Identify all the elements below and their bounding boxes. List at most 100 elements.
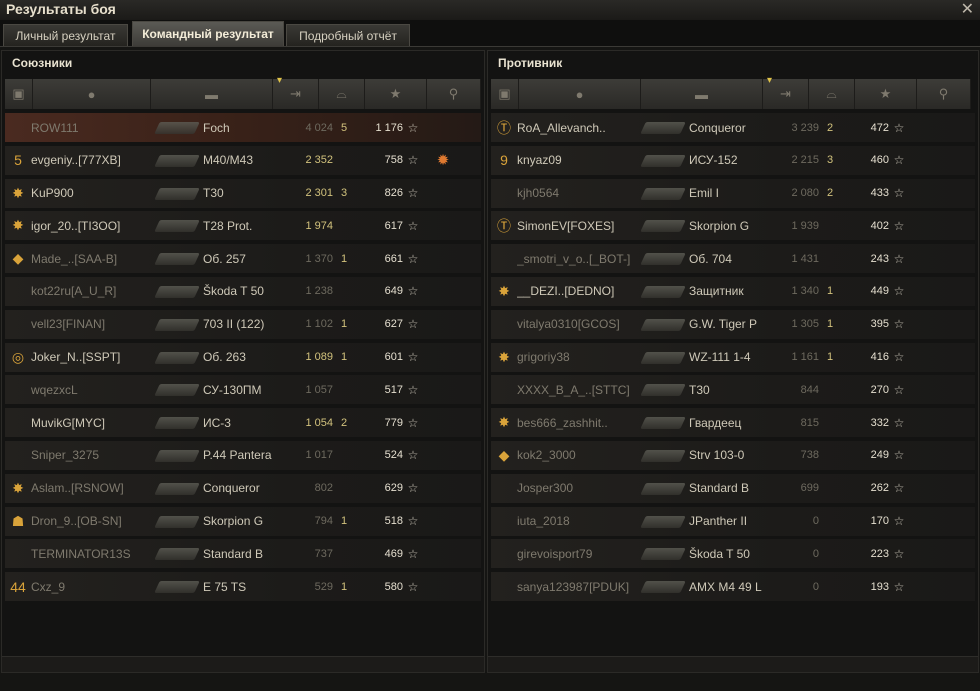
damage-value: 815 xyxy=(800,416,819,429)
damage-icon[interactable]: ⇥ xyxy=(763,75,809,109)
player-row[interactable]: ◆ Made_..[SAA-B] Об. 257 1 370 1 661 ☆ xyxy=(5,244,481,274)
player-row[interactable]: TERMINATOR13S Standard B 737 469 ☆ xyxy=(5,539,481,569)
player-row[interactable]: Ⓣ SimonEV[FOXES] Skorpion G 1 939 402 ☆ xyxy=(491,211,975,241)
tank-name: M40/M43 xyxy=(203,153,254,168)
allies-title: Союзники xyxy=(12,56,73,70)
tab-personal-result[interactable]: Личный результат xyxy=(3,24,128,46)
player-row[interactable]: 44 Cxz_9 E 75 TS 529 1 580 ☆ xyxy=(5,572,481,602)
xp-value: 193 xyxy=(870,580,889,593)
player-row[interactable]: ROW111 Foch 4 024 5 1 176 ☆ xyxy=(5,113,481,142)
damage-value: 1 054 xyxy=(305,416,333,429)
player-row[interactable]: ✸ __DEZI..[DEDNO] Защитник 1 340 1 449 ☆ xyxy=(491,276,975,306)
player-row[interactable]: 9 knyaz09 ИСУ-152 2 215 3 460 ☆ xyxy=(491,145,975,175)
player-row[interactable]: ✸ grigoriy38 WZ-111 1-4 1 161 1 416 ☆ xyxy=(491,342,975,372)
player-row[interactable]: vitalya0310[GCOS] G.W. Tiger P 1 305 1 395 ☆ xyxy=(491,309,975,339)
tab-team-result[interactable]: Командный результат xyxy=(132,21,284,46)
allies-scrollbar[interactable] xyxy=(2,656,484,672)
tank-image xyxy=(151,244,203,273)
damage-icon[interactable]: ⇥ xyxy=(273,75,319,109)
player-name: wqezxcL xyxy=(31,382,78,397)
player-row[interactable]: kjh0564 Emil I 2 080 2 433 ☆ xyxy=(491,178,975,208)
platoon-icon[interactable]: ▣ xyxy=(491,79,519,109)
player-row[interactable]: Ⓣ RoA_Allevanch.. Conqueror 3 239 2 472 ☆ xyxy=(491,113,975,142)
diamond-icon: ◆ xyxy=(498,446,510,463)
tank-image xyxy=(637,179,689,208)
player-row[interactable]: ✸ igor_20..[TI3OO] T28 Prot. 1 974 617 ☆ xyxy=(5,211,481,241)
player-name: Joker_N..[SSPT] xyxy=(31,350,121,365)
player-row[interactable]: MuvikG[MYC] ИС-3 1 054 2 779 ☆ xyxy=(5,408,481,438)
player-row[interactable]: Josper300 Standard B 699 262 ☆ xyxy=(491,473,975,503)
xp-star-icon: ☆ xyxy=(893,218,905,233)
frags-value: 1 xyxy=(340,252,348,265)
player-row[interactable]: ◎ Joker_N..[SSPT] Об. 263 1 089 1 601 ☆ xyxy=(5,342,481,372)
enemies-scrollbar[interactable] xyxy=(488,656,978,672)
tab-detailed-report[interactable]: Подробный отчёт xyxy=(286,24,410,46)
damage-value: 2 301 xyxy=(305,187,333,200)
player-row[interactable]: girevoisport79 Škoda T 50 0 223 ☆ xyxy=(491,539,975,569)
medal-icon[interactable]: ⚲ xyxy=(427,79,481,109)
player-row[interactable]: ◆ kok2_3000 Strv 103-0 738 249 ☆ xyxy=(491,440,975,470)
xp-icon[interactable]: ★ xyxy=(855,79,917,109)
player-row[interactable]: ✸ bes666_zashhit.. Гвардеец 815 332 ☆ xyxy=(491,408,975,438)
xp-star-icon: ☆ xyxy=(407,251,419,266)
player-row[interactable]: ✸ Aslam..[RSNOW] Conqueror 802 629 ☆ xyxy=(5,473,481,503)
tank-icon[interactable]: ▬ xyxy=(151,79,273,109)
allies-panel: Союзники ▣ ● ▬ ⇥ ⌓ ★ ⚲ ROW111Foch4 02451… xyxy=(1,50,485,673)
badge-empty xyxy=(5,375,31,404)
tank-image xyxy=(637,408,689,437)
tank-name: WZ-111 1-4 xyxy=(689,350,751,365)
player-name: RoA_Allevanch.. xyxy=(517,120,606,135)
player-icon[interactable]: ● xyxy=(33,79,151,109)
clan-star-icon: ✸ xyxy=(498,282,510,299)
enemies-list: Ⓣ RoA_Allevanch.. Conqueror 3 239 2 472 ☆ 9 knya… xyxy=(491,113,975,605)
player-row[interactable]: XXXX_B_A_..[STTC] T30 844 270 ☆ xyxy=(491,375,975,405)
damage-value: 738 xyxy=(800,449,819,462)
player-row[interactable]: ☗ Dron_9..[OB-SN] Skorpion G 794 1 518 ☆ xyxy=(5,506,481,536)
clan-star-icon: ✸ xyxy=(12,184,24,201)
xp-star-icon: ☆ xyxy=(893,514,905,529)
platoon-icon[interactable]: ▣ xyxy=(5,79,33,109)
tank-name: G.W. Tiger P xyxy=(689,317,758,332)
player-name: _smotri_v_o..[_BOT-] xyxy=(517,251,631,266)
player-row[interactable]: Sniper_3275 P.44 Pantera 1 017 524 ☆ xyxy=(5,440,481,470)
frags-value: 1 xyxy=(826,351,834,364)
player-row[interactable]: iuta_2018 JPanther II 0 170 ☆ xyxy=(491,506,975,536)
xp-value: 249 xyxy=(870,449,889,462)
frags-value: 5 xyxy=(340,121,348,134)
close-icon[interactable]: ✕ xyxy=(961,0,974,19)
xp-value: 661 xyxy=(384,252,403,265)
frags-value: 2 xyxy=(826,121,834,134)
player-row[interactable]: vell23[FINAN] 703 II (122) 1 102 1 627 ☆ xyxy=(5,309,481,339)
xp-star-icon: ☆ xyxy=(893,350,905,365)
xp-value: 758 xyxy=(384,154,403,167)
xp-icon[interactable]: ★ xyxy=(365,79,427,109)
player-row[interactable]: kot22ru[A_U_R] Škoda T 50 1 238 649 ☆ xyxy=(5,276,481,306)
tank-name: Škoda T 50 xyxy=(689,546,750,561)
medal-icon[interactable]: ⚲ xyxy=(917,79,971,109)
frags-icon[interactable]: ⌓ xyxy=(809,79,855,109)
frags-value: 2 xyxy=(340,416,348,429)
player-row[interactable]: wqezxcL СУ-130ПМ 1 057 517 ☆ xyxy=(5,375,481,405)
player-name: kot22ru[A_U_R] xyxy=(31,284,117,299)
tank-image xyxy=(151,441,203,470)
frags-icon[interactable]: ⌓ xyxy=(319,79,365,109)
xp-star-icon: ☆ xyxy=(407,186,419,201)
player-icon[interactable]: ● xyxy=(519,79,641,109)
xp-star-icon: ☆ xyxy=(893,251,905,266)
xp-star-icon: ☆ xyxy=(893,481,905,496)
tank-name: T28 Prot. xyxy=(203,218,253,233)
tank-image xyxy=(637,507,689,536)
tank-icon[interactable]: ▬ xyxy=(641,79,763,109)
player-row[interactable]: 5 evgeniy..[777XB] M40/M43 2 352 758 ☆ ✹ xyxy=(5,145,481,175)
frags-value: 1 xyxy=(340,580,348,593)
platoon-44-icon: 44 xyxy=(10,578,26,595)
xp-star-icon: ☆ xyxy=(893,153,905,168)
clan-t-icon: Ⓣ xyxy=(497,217,511,234)
tank-name: T30 xyxy=(203,186,224,201)
tank-image xyxy=(151,146,203,175)
xp-value: 601 xyxy=(384,351,403,364)
badge-empty xyxy=(491,244,517,273)
player-row[interactable]: sanya123987[PDUK] AMX M4 49 L 0 193 ☆ xyxy=(491,572,975,602)
player-row[interactable]: ✸ KuP900 T30 2 301 3 826 ☆ xyxy=(5,178,481,208)
player-row[interactable]: _smotri_v_o..[_BOT-] Об. 704 1 431 243 ☆ xyxy=(491,244,975,274)
